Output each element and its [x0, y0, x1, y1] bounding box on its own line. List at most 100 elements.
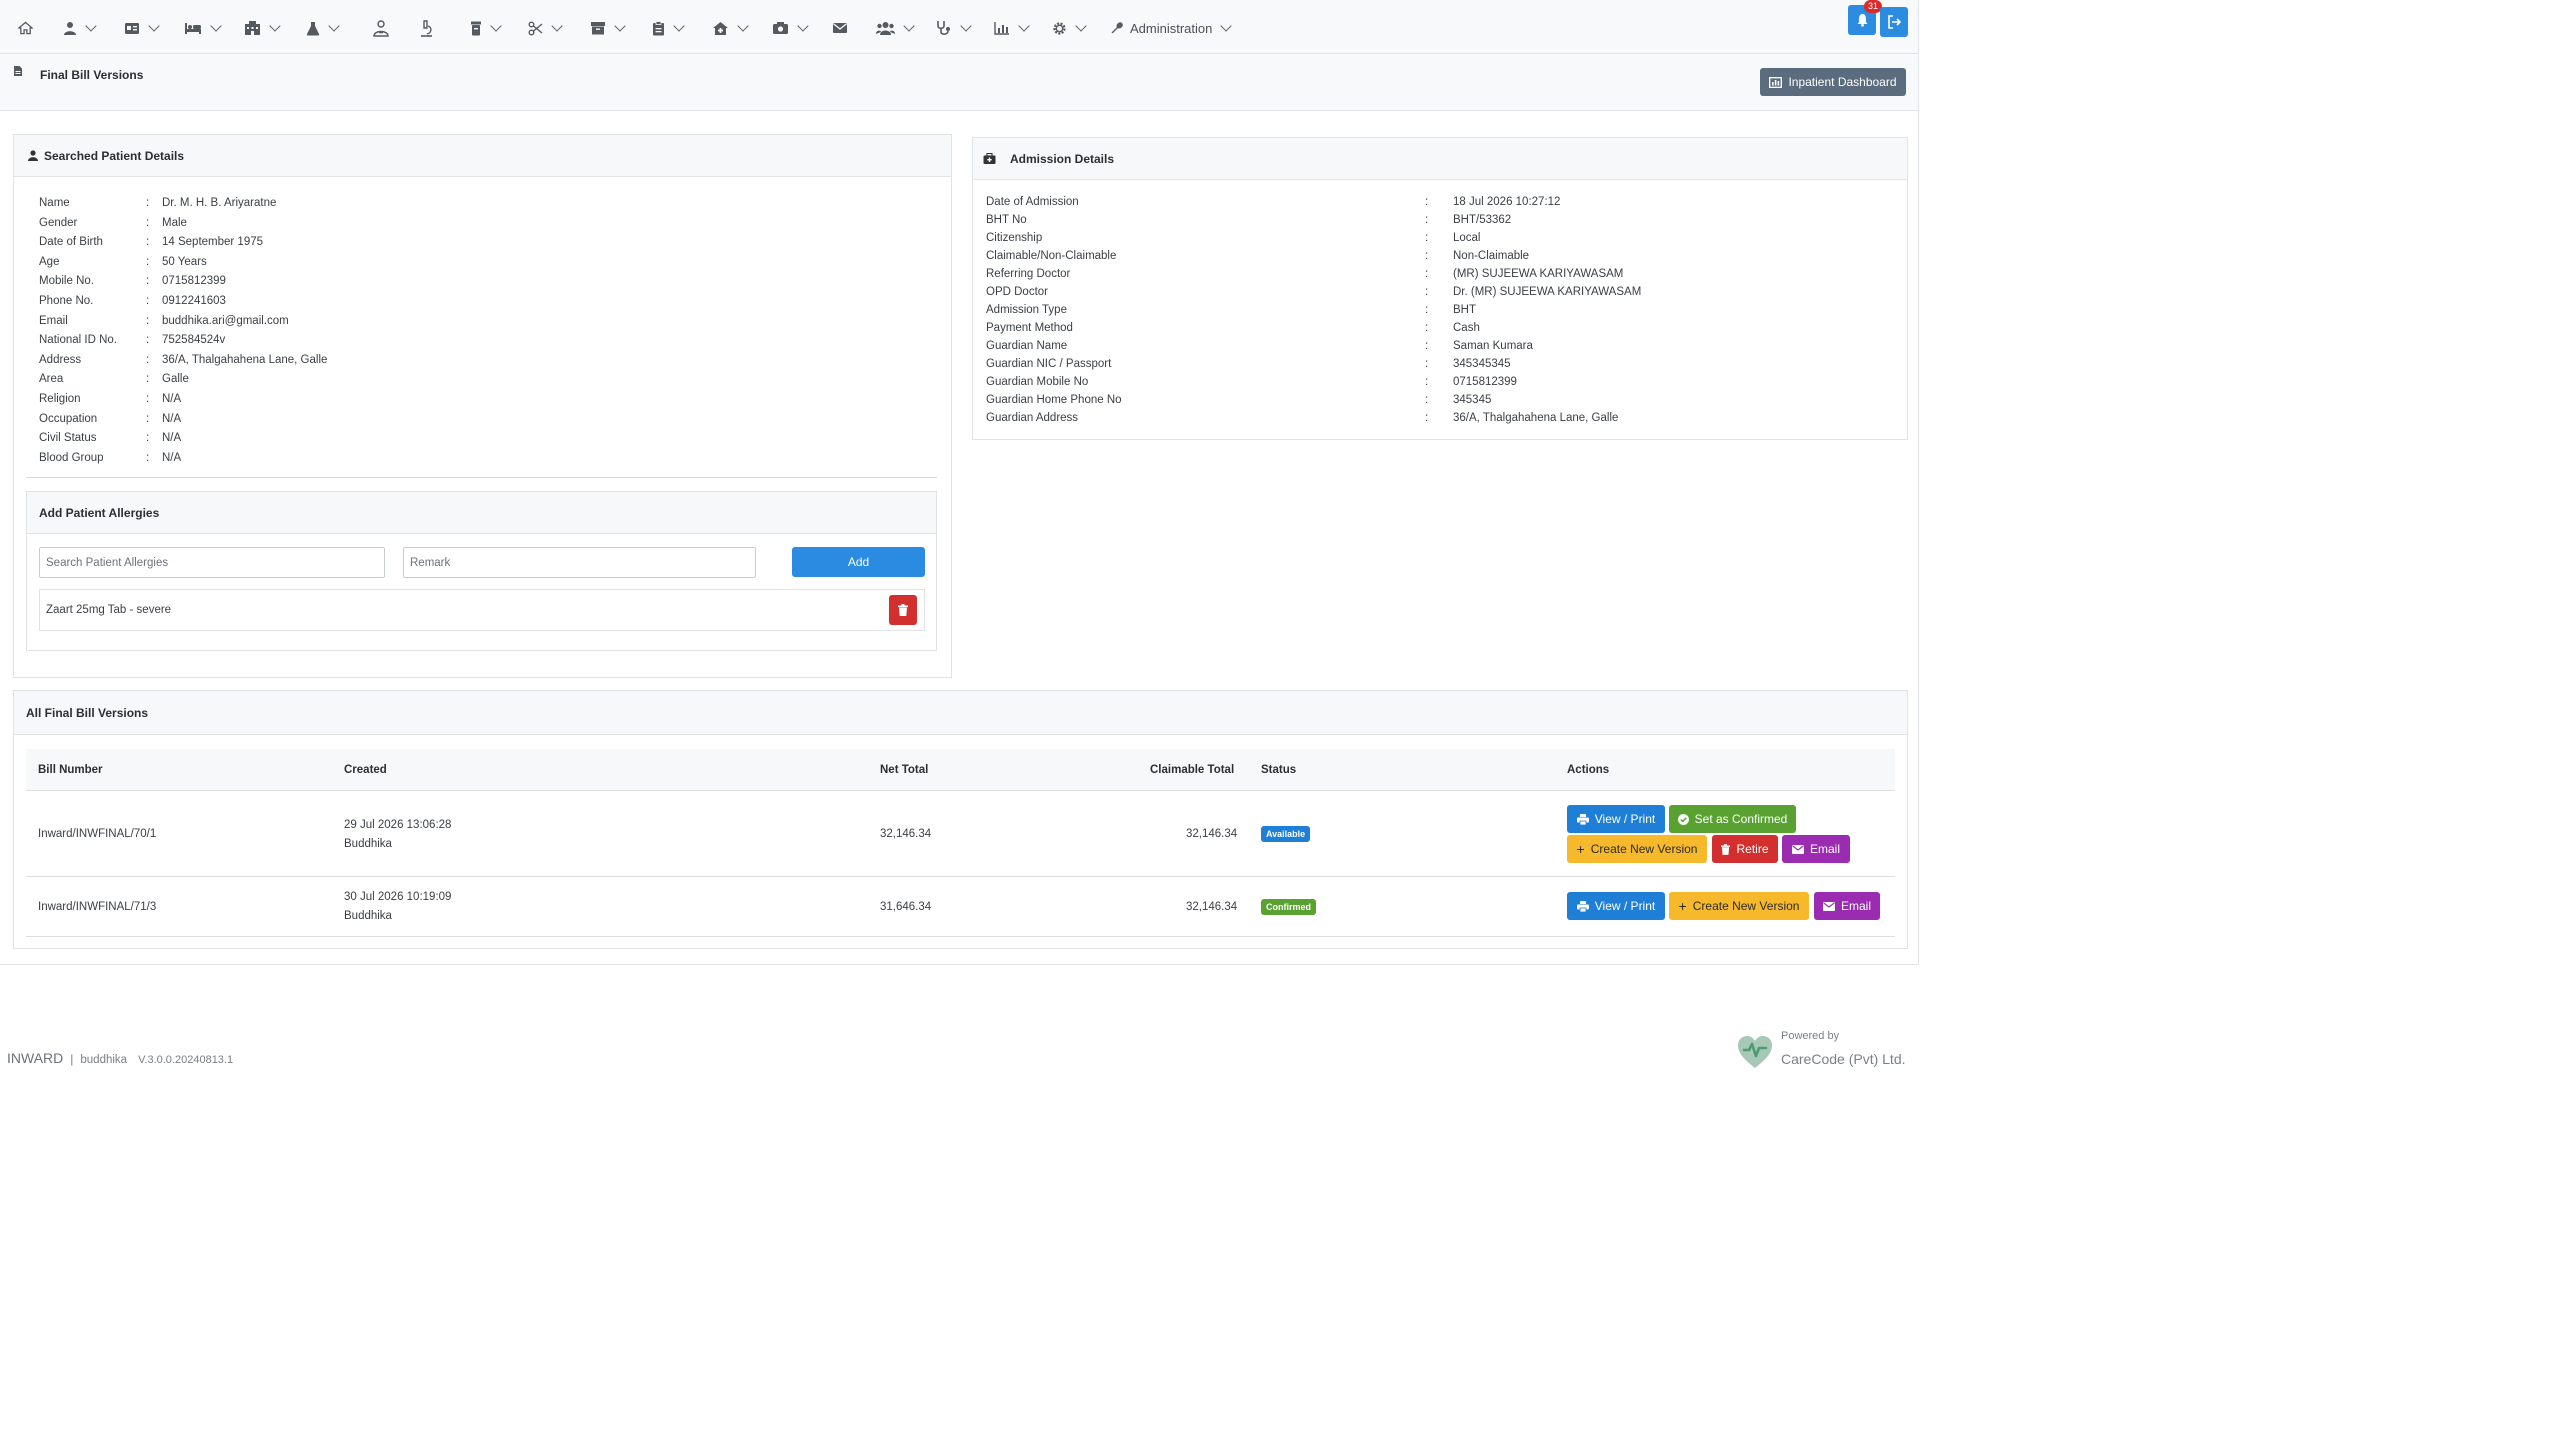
field-label: Claimable/Non-Claimable [986, 250, 1117, 262]
admission-details-title: Admission Details [1010, 151, 1115, 166]
field-value: 18 Jul 2026 10:27:12 [1453, 196, 1561, 208]
chevron-down-icon [903, 20, 915, 32]
field-label: Guardian Home Phone No [986, 394, 1122, 406]
field-label: Guardian Address [986, 412, 1079, 424]
doctor-icon [373, 19, 389, 37]
field-colon: : [146, 314, 150, 327]
nav-reports[interactable] [652, 17, 685, 39]
delete-allergy-button[interactable] [889, 595, 917, 625]
nav-administration[interactable]: Administration [1110, 17, 1233, 39]
envelope-icon [1791, 844, 1804, 854]
nav-doctors[interactable] [372, 17, 390, 39]
clipboard-icon [653, 20, 664, 35]
field-colon: : [146, 373, 150, 386]
nav-channelling[interactable] [772, 17, 809, 39]
status-badge: Confirmed [1261, 899, 1316, 915]
nav-store[interactable] [590, 17, 626, 39]
nav-theatre[interactable] [528, 17, 563, 39]
nav-inpatient[interactable] [184, 17, 222, 39]
camera-icon [773, 22, 788, 34]
nav-clinical[interactable] [936, 17, 972, 39]
email-button[interactable]: Email [1814, 892, 1880, 920]
field-label: Area [39, 373, 64, 386]
col-bill-number: Bill Number [38, 764, 103, 776]
email-button[interactable]: Email [1782, 835, 1850, 863]
chevron-down-icon [490, 20, 502, 32]
field-colon: : [146, 197, 150, 209]
chevron-down-icon [797, 20, 809, 32]
chevron-down-icon [737, 20, 749, 32]
set-confirmed-button[interactable]: Set as Confirmed [1669, 805, 1796, 833]
created-by-cell: Buddhika [344, 838, 392, 850]
view-print-button[interactable]: View / Print [1567, 805, 1665, 833]
print-icon [1576, 813, 1589, 825]
field-value: 0912241603 [162, 295, 226, 307]
retire-button[interactable]: Retire [1712, 835, 1778, 863]
logout-button[interactable] [1880, 7, 1908, 37]
chevron-down-icon [614, 20, 626, 32]
nav-laboratory[interactable] [306, 17, 340, 39]
envelope-icon [1822, 901, 1835, 911]
field-value: BHT/53362 [1453, 214, 1512, 226]
briefcase-medical-icon [983, 153, 996, 164]
footer-user: buddhika [80, 1054, 128, 1066]
nav-pharmacy[interactable] [470, 17, 502, 39]
chevron-down-icon [328, 20, 340, 32]
users-icon [876, 22, 895, 35]
inpatient-dashboard-button[interactable]: Inpatient Dashboard [1760, 68, 1906, 96]
field-colon: : [1425, 250, 1429, 262]
field-colon: : [1425, 286, 1429, 298]
field-label: Guardian Mobile No [986, 376, 1089, 388]
field-value: BHT [1453, 304, 1476, 316]
created-date-cell: 29 Jul 2026 13:06:28 [344, 819, 452, 831]
bill-versions-title: All Final Bill Versions [26, 705, 149, 720]
view-print-button[interactable]: View / Print [1567, 892, 1665, 920]
nav-home[interactable] [18, 17, 33, 39]
create-new-version-button[interactable]: + Create New Version [1669, 892, 1809, 920]
logout-icon [1887, 15, 1901, 29]
allergy-item-text: Zaart 25mg Tab - severe [46, 604, 172, 616]
status-badge: Available [1261, 826, 1311, 842]
field-label: Date of Admission [986, 196, 1079, 208]
field-colon: : [1425, 394, 1429, 406]
col-claimable-total: Claimable Total [1150, 764, 1235, 776]
add-allergy-button[interactable]: Add [792, 547, 925, 577]
pill-bottle-icon [471, 21, 481, 35]
nav-registration[interactable] [124, 17, 160, 39]
nav-procedures[interactable] [418, 17, 434, 39]
field-value: (MR) SUJEEWA KARIYAWASAM [1453, 268, 1624, 280]
email-label: Email [1840, 899, 1871, 913]
plus-icon: + [1576, 841, 1585, 857]
field-colon: : [146, 353, 150, 366]
view-print-label: View / Print [1594, 899, 1656, 913]
field-label: Admission Type [986, 304, 1067, 316]
page-header [0, 55, 1918, 111]
nav-settings[interactable] [1052, 17, 1087, 39]
field-value: 345345 [1453, 394, 1492, 406]
field-colon: : [1425, 322, 1429, 334]
nav-staff[interactable] [876, 17, 915, 39]
net-total-cell: 31,646.34 [880, 901, 932, 913]
nav-clinic[interactable] [712, 17, 749, 39]
chevron-down-icon [960, 20, 972, 32]
field-label: OPD Doctor [986, 286, 1048, 298]
field-label: National ID No. [39, 334, 117, 347]
field-value: buddhika.ari@gmail.com [162, 314, 289, 327]
user-icon [28, 150, 38, 161]
allergy-search-input[interactable] [39, 547, 385, 578]
field-colon: : [146, 295, 150, 307]
envelope-icon [833, 23, 847, 33]
create-new-version-button[interactable]: + Create New Version [1567, 835, 1707, 863]
allergy-remark-input[interactable] [403, 547, 756, 578]
field-value: N/A [162, 432, 182, 445]
nav-patients[interactable] [63, 17, 97, 39]
field-colon: : [1425, 214, 1429, 226]
dashboard-icon [1769, 76, 1783, 88]
nav-analytics[interactable] [994, 17, 1030, 39]
chevron-down-icon [85, 20, 97, 32]
nav-messages[interactable] [832, 17, 848, 39]
field-colon: : [146, 216, 150, 229]
nav-hospital[interactable] [244, 17, 281, 39]
field-label: Civil Status [39, 432, 97, 445]
trash-icon [1721, 843, 1731, 855]
